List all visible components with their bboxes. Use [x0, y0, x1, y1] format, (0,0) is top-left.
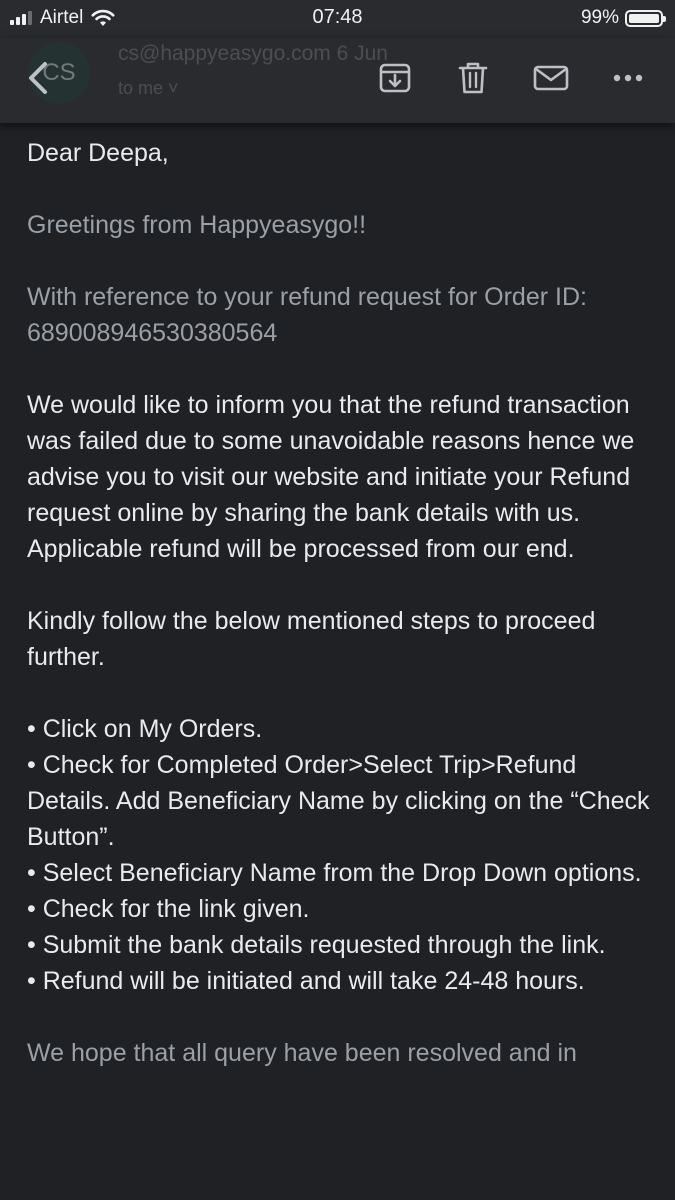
email-body: Dear Deepa, Greetings from Happyeasygo!!…	[27, 135, 652, 1107]
step-item: Submit the bank details requested throug…	[27, 927, 652, 963]
back-button[interactable]	[18, 56, 58, 100]
steps-list: Click on My Orders. Check for Completed …	[27, 711, 652, 999]
email-order-reference: With reference to your refund request fo…	[27, 283, 587, 347]
status-time: 07:48	[312, 6, 363, 28]
step-item: Check for Completed Order>Select Trip>Re…	[27, 747, 652, 855]
step-item: Refund will be initiated and will take 2…	[27, 963, 652, 999]
battery-icon	[625, 9, 666, 27]
more-options-button[interactable]	[606, 56, 650, 100]
delete-icon	[458, 62, 488, 94]
step-item: Check for the link given.	[27, 891, 652, 927]
back-icon	[29, 62, 47, 94]
email-app-bar: CS cs@happyeasygo.com 6 Jun to me ˅	[0, 38, 675, 123]
more-icon	[613, 74, 643, 82]
delete-button[interactable]	[451, 56, 495, 100]
email-closing: We hope that all query have been resolve…	[27, 1039, 577, 1067]
archive-icon	[379, 63, 411, 93]
email-greeting: Dear Deepa,	[27, 139, 169, 167]
status-bar: Airtel 07:48 99%	[0, 0, 675, 38]
archive-button[interactable]	[373, 56, 417, 100]
mark-unread-button[interactable]	[529, 56, 573, 100]
email-paragraph-failed: We would like to inform you that the ref…	[27, 391, 635, 563]
email-greetings-line: Greetings from Happyeasygo!!	[27, 211, 367, 239]
step-item: Click on My Orders.	[27, 711, 652, 747]
email-steps-intro: Kindly follow the below mentioned steps …	[27, 607, 596, 671]
sender-address: cs@happyeasygo.com 6 Jun	[118, 42, 388, 65]
battery-percent: 99%	[580, 7, 619, 28]
mark-unread-icon	[533, 65, 569, 91]
status-right: 99%	[580, 7, 666, 29]
recipient-toggle[interactable]: to me ˅	[118, 78, 179, 99]
step-item: Select Beneficiary Name from the Drop Do…	[27, 855, 652, 891]
battery-fill	[629, 13, 659, 23]
